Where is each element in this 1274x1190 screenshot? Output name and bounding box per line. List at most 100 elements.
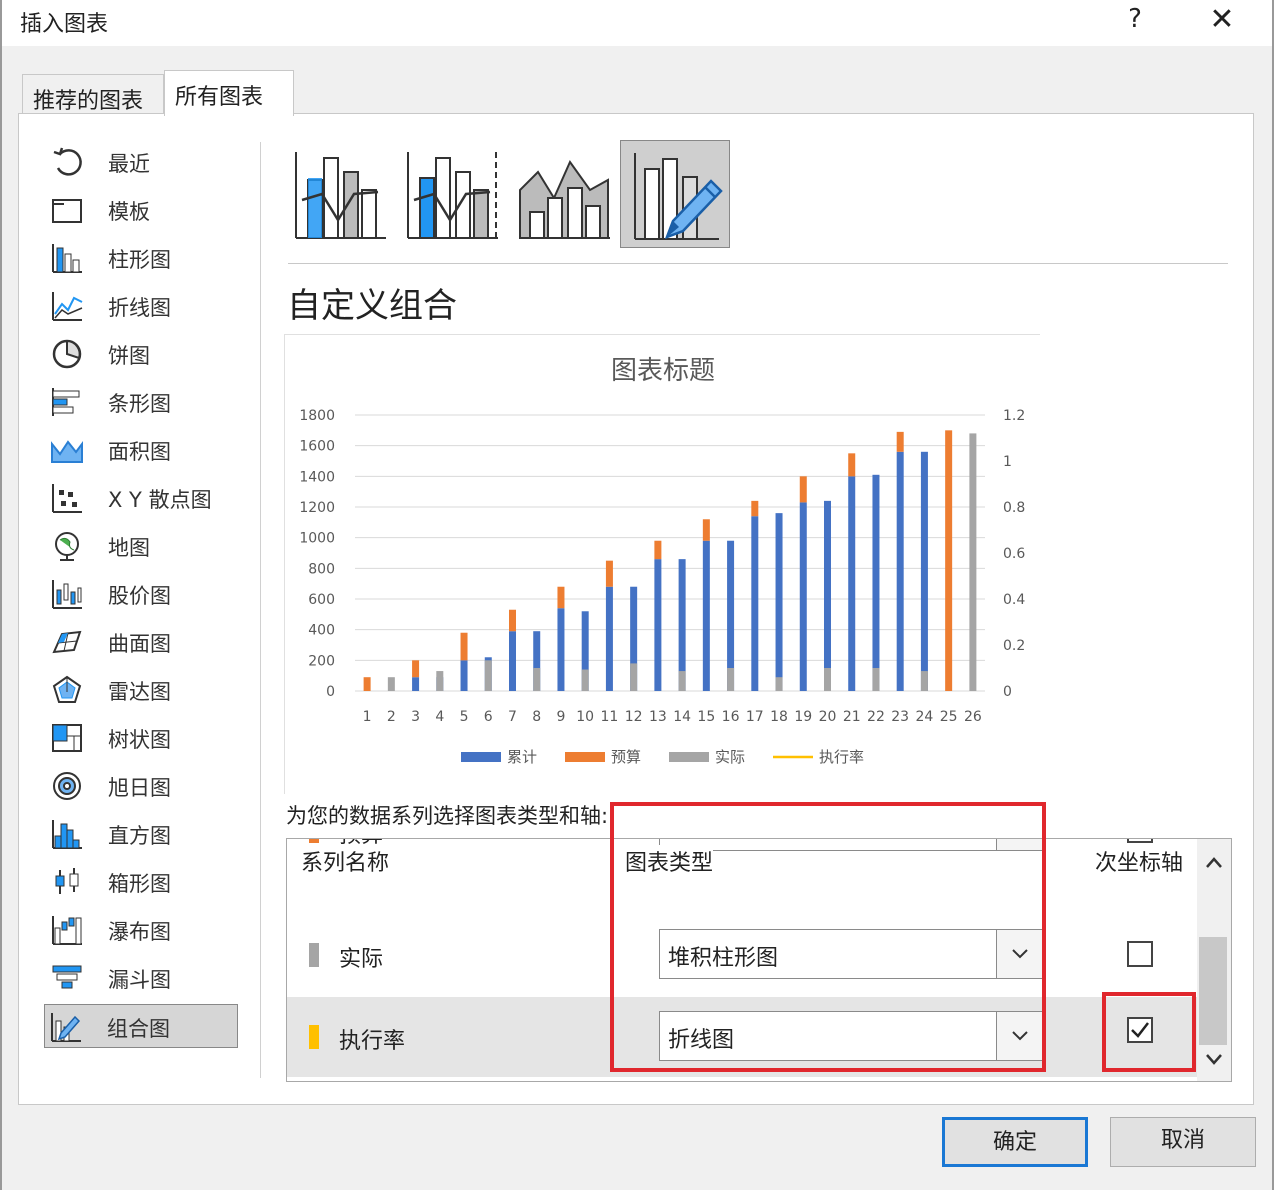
help-button[interactable]: ? bbox=[1120, 4, 1150, 38]
y2-tick-label: 0 bbox=[1003, 684, 1012, 700]
y-tick-label: 600 bbox=[308, 592, 335, 608]
title-bar: 插入图表 ? ✕ bbox=[2, 0, 1272, 46]
chart-type-select[interactable]: 堆积柱形图 bbox=[659, 929, 1043, 979]
category-item[interactable]: 雷达图 bbox=[46, 668, 238, 712]
chart-preview: 图表标题 1800 1600 1400 1200 1000 800 600 400 200 0 1.2… bbox=[284, 334, 1040, 794]
category-item[interactable]: 树状图 bbox=[46, 716, 238, 760]
category-item[interactable]: X Y 散点图 bbox=[46, 476, 238, 520]
legend-swatch bbox=[461, 752, 501, 762]
y2-tick-label: 0.6 bbox=[1003, 546, 1025, 562]
category-label: 股价图 bbox=[108, 584, 171, 608]
scroll-thumb[interactable] bbox=[1199, 937, 1227, 1045]
y2-tick-label: 0.8 bbox=[1003, 500, 1025, 516]
category-item[interactable]: 曲面图 bbox=[46, 620, 238, 664]
series-table: 预算 堆积柱形图 系列名称 图表类型 次坐标轴 实际 堆积柱形图 执行率 bbox=[286, 838, 1232, 1082]
cancel-button[interactable]: 取消 bbox=[1110, 1117, 1256, 1167]
category-item[interactable]: 组合图 bbox=[44, 1004, 238, 1048]
series-color-swatch bbox=[309, 1025, 319, 1049]
category-item[interactable]: 地图 bbox=[46, 524, 238, 568]
close-button[interactable]: ✕ bbox=[1202, 2, 1242, 40]
clustered-column-line-icon[interactable] bbox=[288, 140, 398, 248]
bar-累计 bbox=[872, 474, 880, 691]
category-item[interactable]: 旭日图 bbox=[46, 764, 238, 808]
x-tick-label: 19 bbox=[794, 709, 812, 725]
category-item[interactable]: 漏斗图 bbox=[46, 956, 238, 1000]
dropdown-button[interactable] bbox=[996, 839, 1042, 850]
ok-button[interactable]: 确定 bbox=[942, 1117, 1088, 1167]
category-item[interactable]: 折线图 bbox=[46, 284, 238, 328]
y2-tick-label: 0.2 bbox=[1003, 638, 1025, 654]
category-label: 雷达图 bbox=[108, 680, 171, 704]
bar-实际 bbox=[920, 671, 928, 691]
pie-chart-icon bbox=[50, 338, 84, 370]
bar-预算 bbox=[509, 609, 516, 632]
bar-实际 bbox=[872, 668, 880, 691]
category-item[interactable]: 模板 bbox=[46, 188, 238, 232]
category-item[interactable]: 直方图 bbox=[46, 812, 238, 856]
bar-累计 bbox=[824, 500, 831, 691]
dropdown-button[interactable] bbox=[996, 1012, 1042, 1060]
chevron-down-icon bbox=[1012, 1031, 1028, 1041]
x-tick-label: 18 bbox=[770, 709, 788, 725]
y-tick-label: 400 bbox=[308, 623, 335, 639]
table-scrollbar[interactable] bbox=[1197, 839, 1231, 1081]
category-item[interactable]: 条形图 bbox=[46, 380, 238, 424]
scroll-down-icon[interactable] bbox=[1197, 1045, 1231, 1075]
category-item[interactable]: 股价图 bbox=[46, 572, 238, 616]
legend-label: 执行率 bbox=[819, 748, 864, 766]
section-divider bbox=[288, 263, 1228, 264]
bar-预算 bbox=[896, 431, 904, 452]
category-item[interactable]: 瀑布图 bbox=[46, 908, 238, 952]
secondary-axis-checkbox[interactable] bbox=[1127, 941, 1153, 967]
category-label: 柱形图 bbox=[108, 248, 171, 272]
category-label: 地图 bbox=[108, 536, 150, 560]
bar-累计 bbox=[848, 476, 856, 691]
custom-combination-icon[interactable] bbox=[620, 140, 730, 248]
scroll-up-icon[interactable] bbox=[1197, 847, 1231, 877]
category-item[interactable]: 面积图 bbox=[46, 428, 238, 472]
x-tick-label: 3 bbox=[411, 709, 420, 725]
bar-预算 bbox=[363, 677, 371, 691]
scatter-chart-icon bbox=[50, 482, 84, 514]
table-row[interactable]: 执行率 折线图 bbox=[287, 997, 1197, 1077]
category-item[interactable]: 饼图 bbox=[46, 332, 238, 376]
bar-实际 bbox=[678, 671, 686, 691]
secondary-axis-checkbox[interactable] bbox=[1127, 839, 1153, 843]
bar-预算 bbox=[412, 660, 420, 678]
bar-chart-icon bbox=[50, 386, 84, 418]
line-chart-icon bbox=[50, 290, 84, 322]
stacked-area-clustered-column-icon[interactable] bbox=[512, 140, 622, 248]
category-label: 折线图 bbox=[108, 296, 171, 320]
dropdown-button[interactable] bbox=[996, 930, 1042, 978]
category-label: 箱形图 bbox=[108, 872, 171, 896]
category-label: 模板 bbox=[108, 200, 150, 224]
dialog-title: 插入图表 bbox=[20, 12, 109, 37]
map-chart-icon bbox=[50, 530, 84, 562]
category-item[interactable]: 最近 bbox=[46, 140, 238, 184]
y2-tick-label: 1.2 bbox=[1003, 408, 1025, 424]
y-tick-label: 200 bbox=[308, 653, 335, 669]
category-item[interactable]: 箱形图 bbox=[46, 860, 238, 904]
category-label: 曲面图 bbox=[108, 632, 171, 656]
x-tick-label: 22 bbox=[867, 709, 885, 725]
bar-累计 bbox=[751, 516, 759, 691]
y2-tick-label: 1 bbox=[1003, 454, 1012, 470]
series-color-swatch bbox=[309, 839, 319, 843]
column-header-chart-type: 图表类型 bbox=[625, 845, 714, 877]
x-tick-label: 2 bbox=[387, 709, 396, 725]
category-label: X Y 散点图 bbox=[108, 488, 212, 512]
bar-实际 bbox=[630, 663, 638, 691]
x-tick-label: 20 bbox=[819, 709, 837, 725]
category-item[interactable]: 柱形图 bbox=[46, 236, 238, 280]
tab-all-charts[interactable]: 所有图表 bbox=[164, 70, 294, 116]
combo-chart-icon bbox=[49, 1011, 83, 1043]
chart-type-select[interactable]: 折线图 bbox=[659, 1011, 1043, 1061]
bar-实际 bbox=[824, 668, 831, 691]
series-color-swatch bbox=[309, 943, 319, 967]
secondary-axis-checkbox[interactable] bbox=[1127, 1017, 1153, 1043]
chevron-down-icon bbox=[1012, 949, 1028, 959]
tab-recommended-charts[interactable]: 推荐的图表 bbox=[22, 74, 164, 116]
bar-预算 bbox=[945, 430, 953, 691]
chart-type-select[interactable]: 堆积柱形图 bbox=[659, 839, 1043, 851]
clustered-column-line-secondary-icon[interactable] bbox=[400, 140, 510, 248]
